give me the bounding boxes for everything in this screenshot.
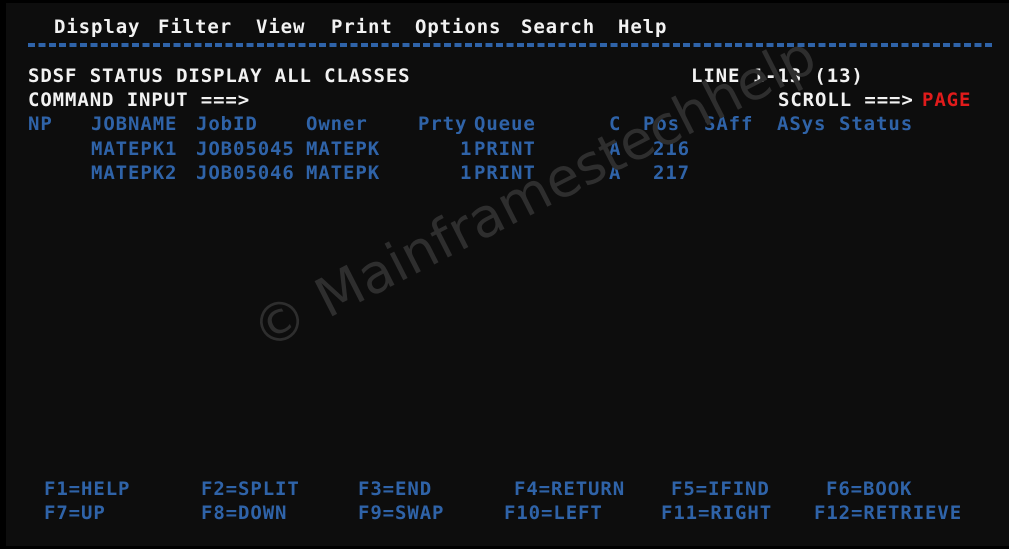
cell-owner: MATEPK [306, 137, 381, 160]
line-indicator: LINE 1-13 (13) [691, 65, 864, 87]
column-header-jobname: JOBNAME [91, 113, 178, 135]
menu-item-print[interactable]: Print [331, 13, 393, 41]
cell-jobname: MATEPK2 [91, 162, 178, 184]
column-header-queue: Queue [474, 113, 536, 135]
function-key-f11[interactable]: F11=RIGHT [661, 501, 772, 525]
menu-item-display[interactable]: Display [54, 13, 140, 41]
function-key-f9[interactable]: F9=SWAP [358, 501, 444, 525]
function-key-f3[interactable]: F3=END [358, 477, 432, 501]
menu-separator-rule [28, 43, 993, 47]
column-header-pos: Pos [643, 113, 681, 135]
cell-jobname: MATEPK1 [91, 137, 178, 160]
column-header-c: C [609, 113, 622, 135]
panel-title: SDSF STATUS DISPLAY ALL CLASSES [28, 65, 411, 87]
column-header-saff: SAff [704, 113, 754, 135]
cell-owner: MATEPK [306, 162, 381, 184]
cell-prty: 1 [460, 137, 473, 160]
menu-item-options[interactable]: Options [415, 13, 501, 41]
function-key-f12[interactable]: F12=RETRIEVE [814, 501, 962, 525]
function-key-f2[interactable]: F2=SPLIT [201, 477, 300, 501]
function-key-f6[interactable]: F6=BOOK [826, 477, 912, 501]
function-key-f7[interactable]: F7=UP [44, 501, 106, 525]
cell-queue: PRINT [474, 137, 536, 160]
cell-c: A [609, 137, 622, 160]
function-key-f10[interactable]: F10=LEFT [504, 501, 603, 525]
column-header-owner: Owner [306, 113, 368, 135]
cell-queue: PRINT [474, 162, 536, 184]
cell-pos: 216 [653, 137, 691, 160]
column-header-np: NP [28, 113, 53, 135]
menu-bar: Display Filter View Print Options Search Help [6, 13, 1009, 41]
column-header-prty: Prty [418, 113, 468, 135]
function-key-f4[interactable]: F4=RETURN [514, 477, 625, 501]
function-key-f1[interactable]: F1=HELP [44, 477, 130, 501]
menu-item-help[interactable]: Help [618, 13, 667, 41]
terminal-screen: © Mainframestechhelp Display Filter View Pr… [0, 0, 1009, 549]
cell-prty: 1 [460, 162, 473, 184]
menu-item-search[interactable]: Search [521, 13, 595, 41]
column-header-jobid: JobID [196, 113, 258, 135]
column-header-asys: ASys [777, 113, 827, 135]
menu-item-filter[interactable]: Filter [158, 13, 232, 41]
cell-jobid: JOB05046 [196, 162, 295, 184]
command-input-label: COMMAND INPUT ===> [28, 89, 251, 111]
scroll-value[interactable]: PAGE [922, 88, 971, 112]
function-key-f5[interactable]: F5=IFIND [671, 477, 770, 501]
function-key-f8[interactable]: F8=DOWN [201, 501, 287, 525]
menu-item-view[interactable]: View [256, 13, 305, 41]
cell-jobid: JOB05045 [196, 137, 295, 160]
cell-c: A [609, 162, 622, 184]
column-header-status: Status [839, 113, 914, 135]
scroll-label: SCROLL ===> [778, 89, 914, 111]
cell-pos: 217 [653, 162, 691, 184]
